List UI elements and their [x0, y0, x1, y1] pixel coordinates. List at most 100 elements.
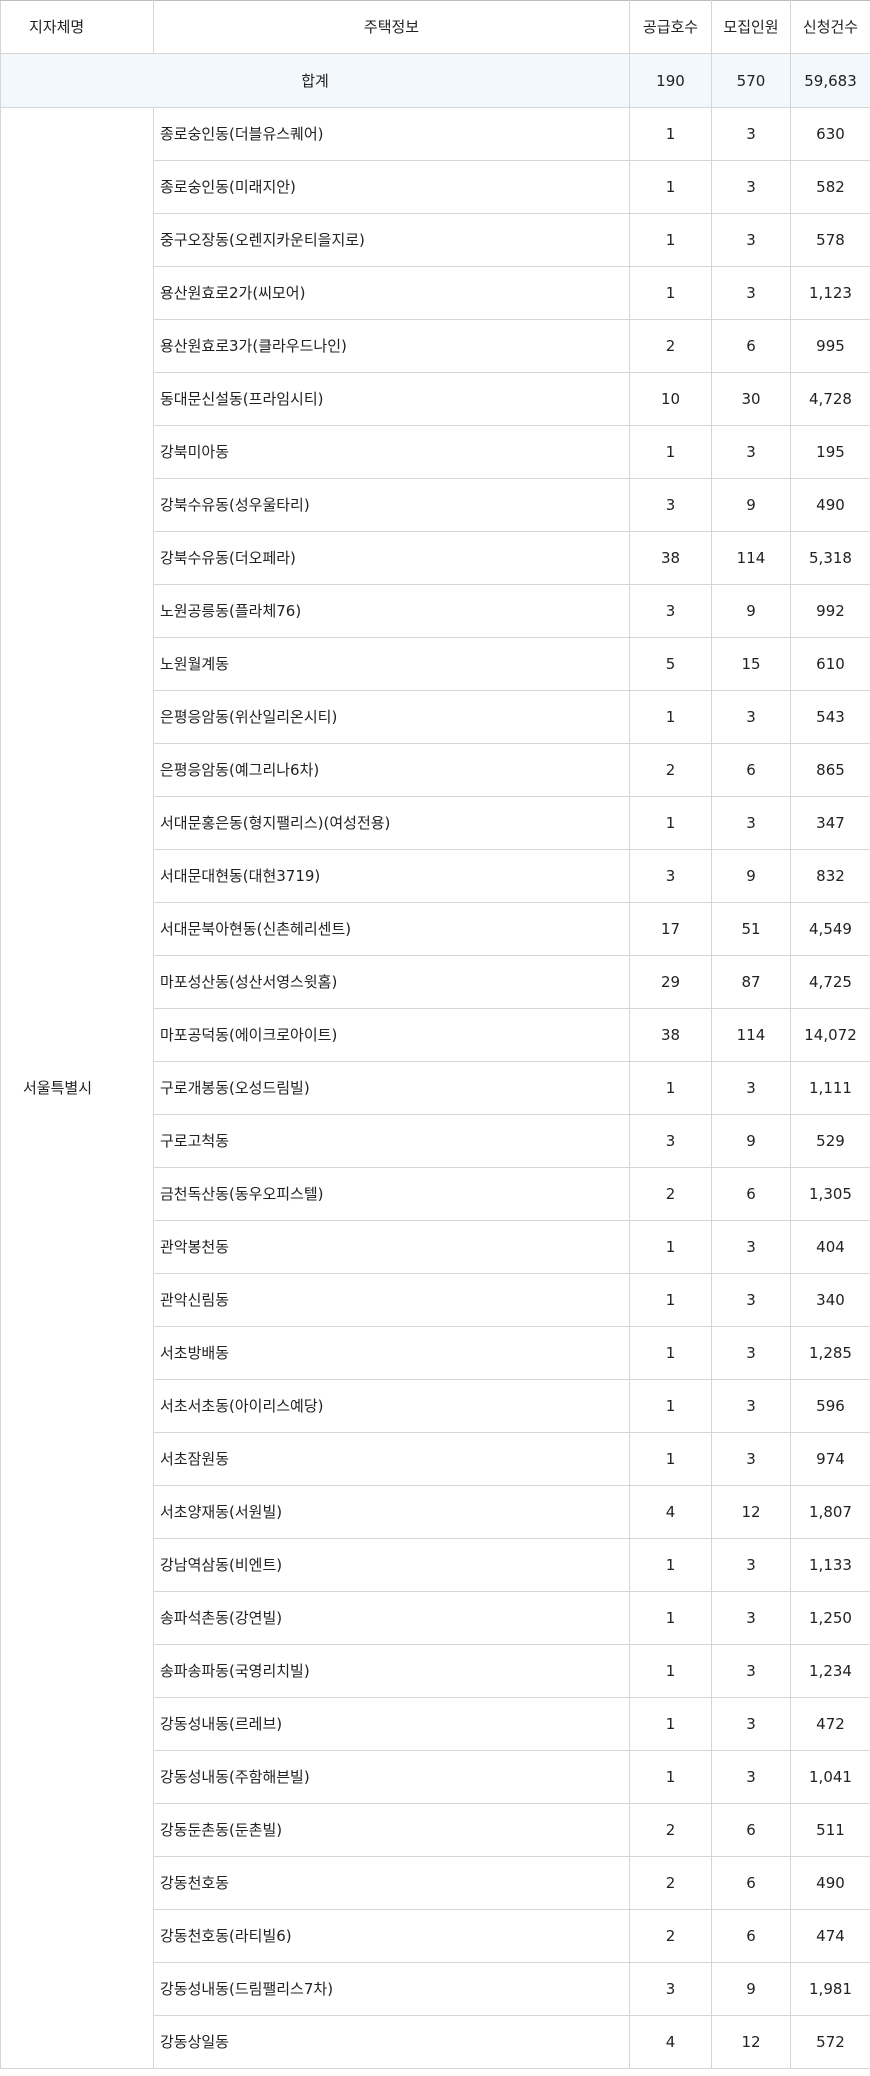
recruit-cell: 12 — [711, 1485, 791, 1539]
recruit-cell: 3 — [711, 1379, 791, 1433]
applications-cell: 511 — [790, 1803, 870, 1857]
supply-cell: 2 — [629, 743, 712, 797]
housing-cell: 서초잠원동 — [153, 1432, 630, 1486]
supply-cell: 3 — [629, 584, 712, 638]
supply-cell: 2 — [629, 1803, 712, 1857]
region-name-cell: 서울특별시 — [0, 107, 154, 2069]
supply-cell: 1 — [629, 1273, 712, 1327]
supply-cell: 3 — [629, 849, 712, 903]
supply-cell: 1 — [629, 160, 712, 214]
housing-cell: 서대문대현동(대현3719) — [153, 849, 630, 903]
applications-cell: 529 — [790, 1114, 870, 1168]
recruit-cell: 3 — [711, 1538, 791, 1592]
recruit-cell: 51 — [711, 902, 791, 956]
housing-cell: 강동성내동(르레브) — [153, 1697, 630, 1751]
housing-cell: 강동천호동 — [153, 1856, 630, 1910]
recruit-cell: 3 — [711, 1220, 791, 1274]
supply-cell: 3 — [629, 1114, 712, 1168]
header-applications: 신청건수 — [790, 0, 870, 54]
recruit-cell: 3 — [711, 796, 791, 850]
supply-cell: 10 — [629, 372, 712, 426]
housing-cell: 서초서초동(아이리스예당) — [153, 1379, 630, 1433]
housing-application-table: 지자체명 주택정보 공급호수 모집인원 신청건수 합계 190 570 59,6… — [0, 0, 870, 2069]
applications-cell: 1,807 — [790, 1485, 870, 1539]
housing-cell: 송파석촌동(강연빌) — [153, 1591, 630, 1645]
applications-cell: 572 — [790, 2015, 870, 2069]
applications-cell: 340 — [790, 1273, 870, 1327]
applications-cell: 4,728 — [790, 372, 870, 426]
applications-cell: 347 — [790, 796, 870, 850]
housing-cell: 서대문북아현동(신촌헤리센트) — [153, 902, 630, 956]
total-applications: 59,683 — [790, 53, 870, 108]
recruit-cell: 6 — [711, 1909, 791, 1963]
recruit-cell: 3 — [711, 266, 791, 320]
housing-cell: 강동성내동(드림팰리스7차) — [153, 1962, 630, 2016]
total-row: 합계 190 570 59,683 — [0, 53, 870, 108]
recruit-cell: 9 — [711, 1114, 791, 1168]
housing-cell: 은평응암동(예그리나6차) — [153, 743, 630, 797]
applications-cell: 630 — [790, 107, 870, 161]
recruit-cell: 114 — [711, 531, 791, 585]
recruit-cell: 12 — [711, 2015, 791, 2069]
applications-cell: 195 — [790, 425, 870, 479]
applications-cell: 1,123 — [790, 266, 870, 320]
applications-cell: 832 — [790, 849, 870, 903]
housing-cell: 강동둔촌동(둔촌빌) — [153, 1803, 630, 1857]
header-housing: 주택정보 — [153, 0, 630, 54]
recruit-cell: 3 — [711, 107, 791, 161]
recruit-cell: 6 — [711, 1167, 791, 1221]
housing-cell: 강북수유동(더오페라) — [153, 531, 630, 585]
supply-cell: 1 — [629, 1379, 712, 1433]
supply-cell: 38 — [629, 1008, 712, 1062]
housing-cell: 서대문홍은동(형지팰리스)(여성전용) — [153, 796, 630, 850]
applications-cell: 490 — [790, 478, 870, 532]
applications-cell: 610 — [790, 637, 870, 691]
applications-cell: 1,133 — [790, 1538, 870, 1592]
housing-cell: 은평응암동(위산일리온시티) — [153, 690, 630, 744]
applications-cell: 582 — [790, 160, 870, 214]
applications-cell: 4,725 — [790, 955, 870, 1009]
housing-cell: 강북수유동(성우울타리) — [153, 478, 630, 532]
header-region: 지자체명 — [0, 0, 154, 54]
housing-cell: 강동상일동 — [153, 2015, 630, 2069]
supply-cell: 5 — [629, 637, 712, 691]
housing-cell: 강동천호동(라티빌6) — [153, 1909, 630, 1963]
housing-cell: 용산원효로2가(씨모어) — [153, 266, 630, 320]
supply-cell: 1 — [629, 1644, 712, 1698]
recruit-cell: 9 — [711, 584, 791, 638]
header-supply: 공급호수 — [629, 0, 712, 54]
applications-cell: 1,305 — [790, 1167, 870, 1221]
recruit-cell: 9 — [711, 478, 791, 532]
supply-cell: 2 — [629, 1167, 712, 1221]
housing-cell: 관악신림동 — [153, 1273, 630, 1327]
applications-cell: 596 — [790, 1379, 870, 1433]
supply-cell: 1 — [629, 1432, 712, 1486]
supply-cell: 1 — [629, 425, 712, 479]
applications-cell: 1,981 — [790, 1962, 870, 2016]
applications-cell: 578 — [790, 213, 870, 267]
recruit-cell: 114 — [711, 1008, 791, 1062]
housing-cell: 노원월계동 — [153, 637, 630, 691]
recruit-cell: 3 — [711, 160, 791, 214]
housing-cell: 강동성내동(주함해븐빌) — [153, 1750, 630, 1804]
housing-cell: 마포성산동(성산서영스윗홈) — [153, 955, 630, 1009]
total-recruit: 570 — [711, 53, 791, 108]
housing-cell: 중구오장동(오렌지카운티을지로) — [153, 213, 630, 267]
applications-cell: 974 — [790, 1432, 870, 1486]
total-label: 합계 — [0, 53, 630, 108]
supply-cell: 1 — [629, 1326, 712, 1380]
table-row: 서울특별시 종로숭인동(더블유스퀘어) 1 3 630 — [0, 107, 870, 2069]
housing-cell: 종로숭인동(더블유스퀘어) — [153, 107, 630, 161]
supply-cell: 1 — [629, 1220, 712, 1274]
table-header-row: 지자체명 주택정보 공급호수 모집인원 신청건수 — [0, 0, 870, 54]
housing-cell: 관악봉천동 — [153, 1220, 630, 1274]
supply-cell: 17 — [629, 902, 712, 956]
supply-cell: 1 — [629, 1538, 712, 1592]
recruit-cell: 3 — [711, 1644, 791, 1698]
recruit-cell: 3 — [711, 1432, 791, 1486]
applications-cell: 4,549 — [790, 902, 870, 956]
supply-cell: 29 — [629, 955, 712, 1009]
housing-cell: 구로개봉동(오성드림빌) — [153, 1061, 630, 1115]
recruit-cell: 87 — [711, 955, 791, 1009]
applications-cell: 472 — [790, 1697, 870, 1751]
